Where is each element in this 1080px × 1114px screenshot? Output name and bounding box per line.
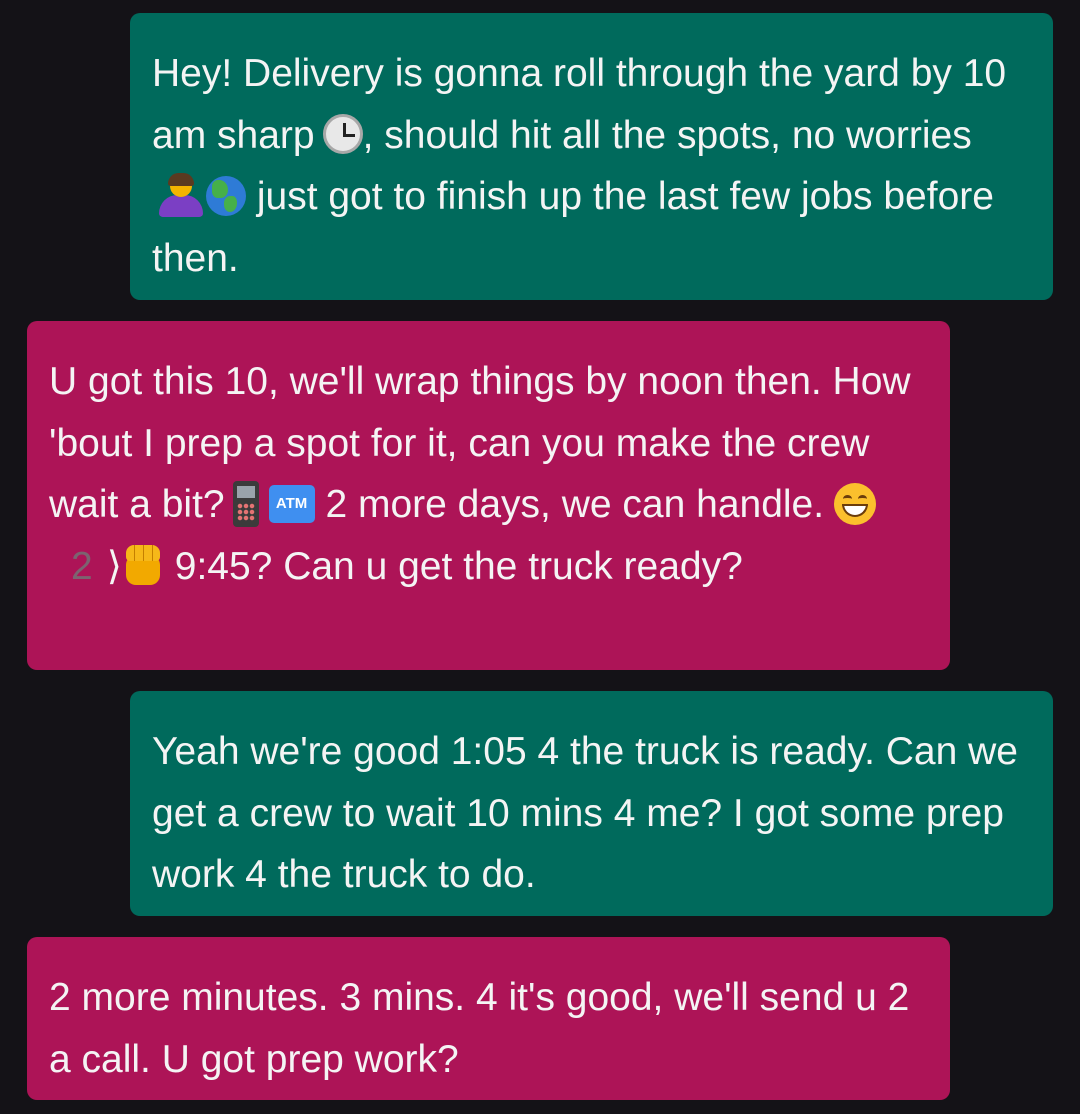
message-outgoing[interactable]: Hey! Delivery is gonna roll through the … <box>130 13 1053 300</box>
chat-thread: Hey! Delivery is gonna roll through the … <box>0 0 1080 1114</box>
faded-number: 2 <box>71 544 93 588</box>
message-incoming[interactable]: U got this 10, we'll wrap things by noon… <box>27 321 950 670</box>
globe-americas-icon <box>206 175 246 216</box>
message-outgoing[interactable]: Yeah we're good 1:05 4 the truck is read… <box>130 691 1053 916</box>
clock-icon <box>322 114 363 155</box>
oncoming-fist-icon <box>122 543 164 587</box>
bracket-glyph: ⟩ <box>106 544 122 588</box>
atm-sign-icon: ATM <box>268 484 315 523</box>
message-incoming[interactable]: 2 more minutes. 3 mins. 4 it's good, we'… <box>27 937 950 1100</box>
message-text: 9:45? Can u get the truck ready? <box>163 544 743 588</box>
person-gesturing-no-icon <box>156 172 206 217</box>
message-text: 2 more days, we can handle. <box>325 483 825 526</box>
grinning-face-icon <box>834 482 877 525</box>
message-text: just got to finish up the last few jobs … <box>152 175 994 280</box>
message-text: 2 more minutes. 3 mins. 4 it's good, we'… <box>49 976 910 1081</box>
message-text: , should hit all the spots, no worries <box>362 113 972 157</box>
message-text: Yeah we're good 1:05 4 the truck is read… <box>152 730 1018 896</box>
mobile-phone-icon <box>232 480 259 527</box>
